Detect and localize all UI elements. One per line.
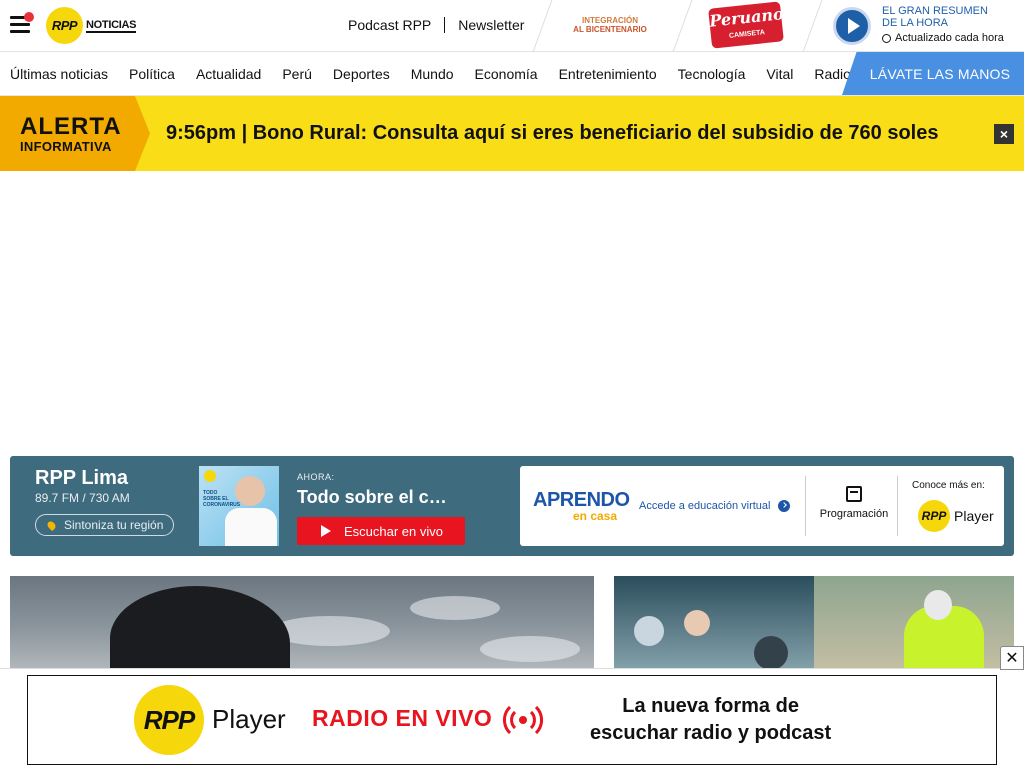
aprendo-word: APRENDO	[533, 489, 630, 511]
ad-close-button[interactable]: ✕	[1000, 646, 1024, 670]
ad-logo-mark: RPP	[134, 685, 204, 755]
secondary-news-image[interactable]	[614, 576, 1014, 676]
schedule-button[interactable]: Programación	[814, 486, 894, 520]
alert-label-main: ALERTA	[20, 113, 122, 140]
nav-item-ultimas[interactable]: Últimas noticias	[10, 66, 108, 82]
site-logo[interactable]: RPP NOTICIAS	[46, 7, 136, 44]
nav-item-actualidad[interactable]: Actualidad	[196, 66, 261, 82]
summary-title: EL GRAN RESUMEN DE LA HORA	[882, 5, 988, 29]
passenger	[684, 610, 710, 636]
notification-dot	[24, 12, 34, 22]
station-frequency: 89.7 FM / 730 AM	[35, 491, 130, 505]
summary-updated-text: Actualizado cada hora	[895, 32, 1004, 44]
calendar-icon	[846, 486, 862, 502]
location-pin-icon	[45, 519, 58, 531]
bicentenario-banner[interactable]: INTEGRACIÓN AL BICENTENARIO	[570, 16, 650, 34]
arrow-right-icon	[778, 500, 791, 512]
podcast-link[interactable]: Podcast RPP	[348, 17, 431, 33]
now-label: AHORA:	[297, 472, 335, 482]
top-links: Podcast RPP Newsletter	[348, 17, 524, 33]
aprendo-subword: en casa	[573, 509, 618, 523]
services-card: APRENDO en casa Accede a educación virtu…	[520, 466, 1004, 546]
aprendo-logo[interactable]: APRENDO en casa	[533, 490, 630, 522]
player-logo-word: Player	[954, 508, 994, 524]
broadcast-icon	[503, 705, 543, 735]
nav-item-economia[interactable]: Economía	[475, 66, 538, 82]
nav-item-tecnologia[interactable]: Tecnología	[678, 66, 746, 82]
ad-player-word: Player	[212, 704, 286, 734]
helmet-silhouette	[110, 586, 290, 676]
peruanos-banner[interactable]: Peruanos CAMISETA	[708, 1, 793, 49]
link-separator	[444, 17, 446, 33]
logo-mark: RPP	[46, 7, 83, 44]
logo-word: NOTICIAS	[86, 18, 137, 33]
ad-live-text: RADIO EN VIVO	[312, 705, 493, 731]
region-button-label: Sintoniza tu región	[64, 518, 164, 532]
alert-headline[interactable]: 9:56pm | Bono Rural: Consulta aquí si er…	[166, 122, 976, 145]
bottom-ad: RPP Player RADIO EN VIVO La nueva forma …	[0, 668, 1024, 768]
host-head	[235, 476, 265, 506]
nav-item-vital[interactable]: Vital	[766, 66, 793, 82]
rpp-player-logo[interactable]: RPP Player	[918, 500, 994, 532]
peruanos-title: Peruanos	[708, 3, 794, 31]
alert-label: ALERTA INFORMATIVA	[0, 96, 150, 171]
ad-slogan: La nueva forma de escuchar radio y podca…	[590, 693, 831, 747]
nav-item-mundo[interactable]: Mundo	[411, 66, 454, 82]
virtual-education-link[interactable]: Accede a educación virtual	[639, 500, 791, 512]
nav-cta-button[interactable]: LÁVATE LAS MANOS	[842, 52, 1024, 95]
clock-icon	[882, 33, 891, 43]
passenger	[634, 616, 664, 646]
featured-news-image[interactable]	[10, 576, 594, 676]
alert-label-sub: INFORMATIVA	[20, 139, 112, 154]
alert-banner[interactable]: ALERTA INFORMATIVA 9:56pm | Bono Rural: …	[0, 96, 1024, 171]
virtual-education-label: Accede a educación virtual	[639, 500, 771, 512]
program-title: Todo sobre el coronavirus	[297, 487, 447, 507]
cyclist-helmet	[924, 590, 952, 620]
play-icon[interactable]	[833, 7, 871, 45]
learn-more-label: Conoce más en:	[912, 480, 985, 491]
summary-updated: Actualizado cada hora	[882, 32, 1004, 44]
bus-scene	[614, 576, 814, 676]
nav-item-peru[interactable]: Perú	[282, 66, 312, 82]
divider	[805, 476, 806, 536]
player-logo-mark: RPP	[918, 500, 950, 532]
radio-player-bar: RPP Lima 89.7 FM / 730 AM Sintoniza tu r…	[10, 456, 1014, 556]
ad-slogan-line2: escuchar radio y podcast	[590, 722, 832, 744]
nav-item-deportes[interactable]: Deportes	[333, 66, 390, 82]
divider	[672, 0, 693, 52]
thumb-logo	[204, 470, 216, 482]
cloud	[480, 636, 580, 662]
program-thumbnail[interactable]: TODO SOBRE EL CORONAVIRUS	[199, 466, 279, 546]
divider	[897, 476, 898, 536]
rpp-player-ad[interactable]: RPP Player RADIO EN VIVO La nueva forma …	[27, 675, 997, 765]
divider	[532, 0, 553, 52]
bicentenario-line1: INTEGRACIÓN	[582, 16, 638, 25]
hourly-summary[interactable]: EL GRAN RESUMEN DE LA HORA Actualizado c…	[882, 5, 1004, 44]
divider	[802, 0, 823, 52]
cloud	[410, 596, 500, 620]
region-button[interactable]: Sintoniza tu región	[35, 514, 174, 536]
newsletter-link[interactable]: Newsletter	[458, 17, 524, 33]
station-name: RPP Lima	[35, 467, 128, 489]
nav-item-entretenimiento[interactable]: Entretenimiento	[559, 66, 657, 82]
nav-item-politica[interactable]: Política	[129, 66, 175, 82]
ad-slogan-line1: La nueva forma de	[622, 695, 799, 717]
top-header: RPP NOTICIAS Podcast RPP Newsletter INTE…	[0, 0, 1024, 52]
thumb-text: TODO SOBRE EL CORONAVIRUS	[203, 490, 241, 508]
alert-close-button[interactable]: ×	[994, 124, 1014, 144]
main-nav: Últimas noticias Política Actualidad Per…	[0, 52, 1024, 96]
nav-item-radio[interactable]: Radio	[814, 66, 851, 82]
passenger	[754, 636, 788, 670]
schedule-label: Programación	[819, 508, 889, 520]
host-coat	[225, 508, 277, 546]
listen-live-button[interactable]: Escuchar en vivo	[297, 517, 465, 545]
bicentenario-line2: AL BICENTENARIO	[573, 25, 647, 34]
